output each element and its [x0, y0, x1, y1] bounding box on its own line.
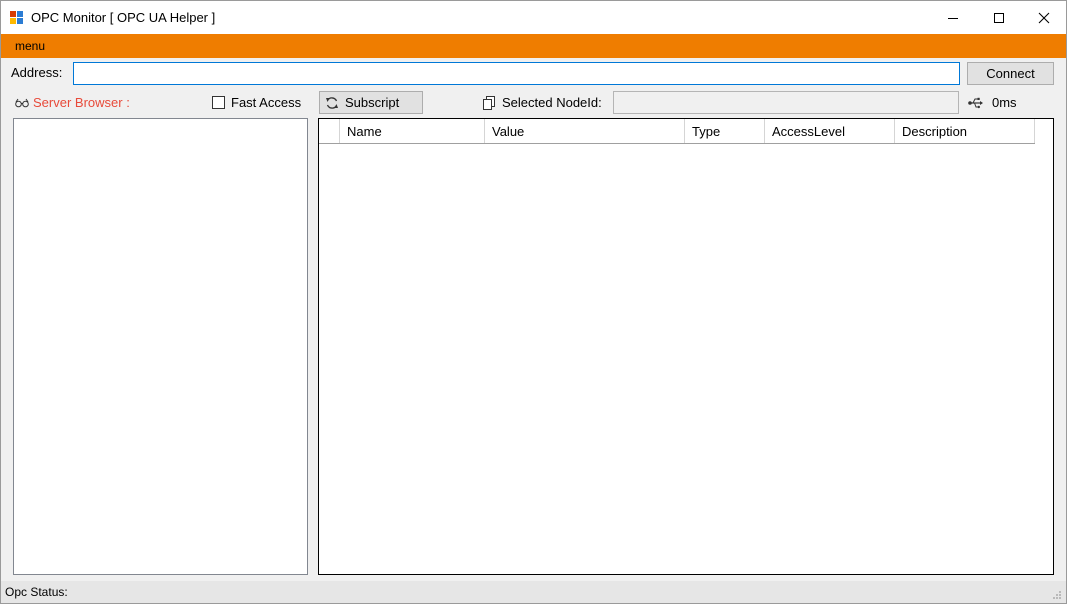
- window-title: OPC Monitor [ OPC UA Helper ]: [31, 10, 216, 25]
- subscript-label: Subscript: [345, 95, 400, 110]
- selected-nodeid-header: Selected NodeId:: [482, 95, 602, 110]
- column-header-type[interactable]: Type: [685, 119, 765, 143]
- close-button[interactable]: [1021, 1, 1066, 34]
- refresh-icon: [326, 96, 338, 109]
- server-tree-view[interactable]: [13, 118, 308, 575]
- fast-access-checkbox[interactable]: Fast Access: [212, 95, 301, 110]
- column-header-name[interactable]: Name: [340, 119, 485, 143]
- main-window: OPC Monitor [ OPC UA Helper ] menu Addre…: [0, 0, 1067, 604]
- app-icon: [10, 11, 24, 25]
- opc-status-label: Opc Status:: [5, 585, 68, 599]
- copy-icon: [483, 95, 495, 110]
- column-header-description[interactable]: Description: [895, 119, 1035, 143]
- column-header-accesslevel[interactable]: AccessLevel: [765, 119, 895, 143]
- minimize-icon: [948, 17, 958, 19]
- status-bar: Opc Status:: [1, 581, 1066, 603]
- address-label: Address:: [11, 65, 63, 80]
- selected-nodeid-label: Selected NodeId:: [502, 95, 602, 110]
- row-header-cell[interactable]: [319, 119, 340, 143]
- column-header-value[interactable]: Value: [485, 119, 685, 143]
- menu-bar: menu: [1, 34, 1066, 58]
- grid-header-row: Name Value Type AccessLevel Description: [319, 119, 1035, 144]
- minimize-button[interactable]: [930, 1, 976, 34]
- server-browser-header: Server Browser :: [15, 95, 130, 110]
- subscript-button[interactable]: Subscript: [319, 91, 423, 114]
- latency-indicator: 0ms: [968, 95, 1017, 110]
- fast-access-label: Fast Access: [231, 95, 302, 110]
- menu-item-menu[interactable]: menu: [15, 39, 45, 53]
- latency-value: 0ms: [992, 95, 1017, 110]
- server-browser-label: Server Browser :: [33, 95, 130, 110]
- usb-icon: [968, 97, 983, 108]
- resize-grip-icon[interactable]: [1052, 590, 1062, 600]
- node-data-grid[interactable]: Name Value Type AccessLevel Description: [318, 118, 1054, 575]
- fast-access-box[interactable]: [212, 96, 225, 109]
- address-input[interactable]: [73, 62, 960, 85]
- connect-button[interactable]: Connect: [967, 62, 1054, 85]
- glasses-icon: [15, 98, 29, 107]
- close-icon: [1038, 12, 1050, 23]
- maximize-icon: [994, 12, 1004, 23]
- title-bar: OPC Monitor [ OPC UA Helper ]: [1, 1, 1066, 34]
- selected-nodeid-field[interactable]: [613, 91, 959, 114]
- maximize-button[interactable]: [976, 1, 1022, 34]
